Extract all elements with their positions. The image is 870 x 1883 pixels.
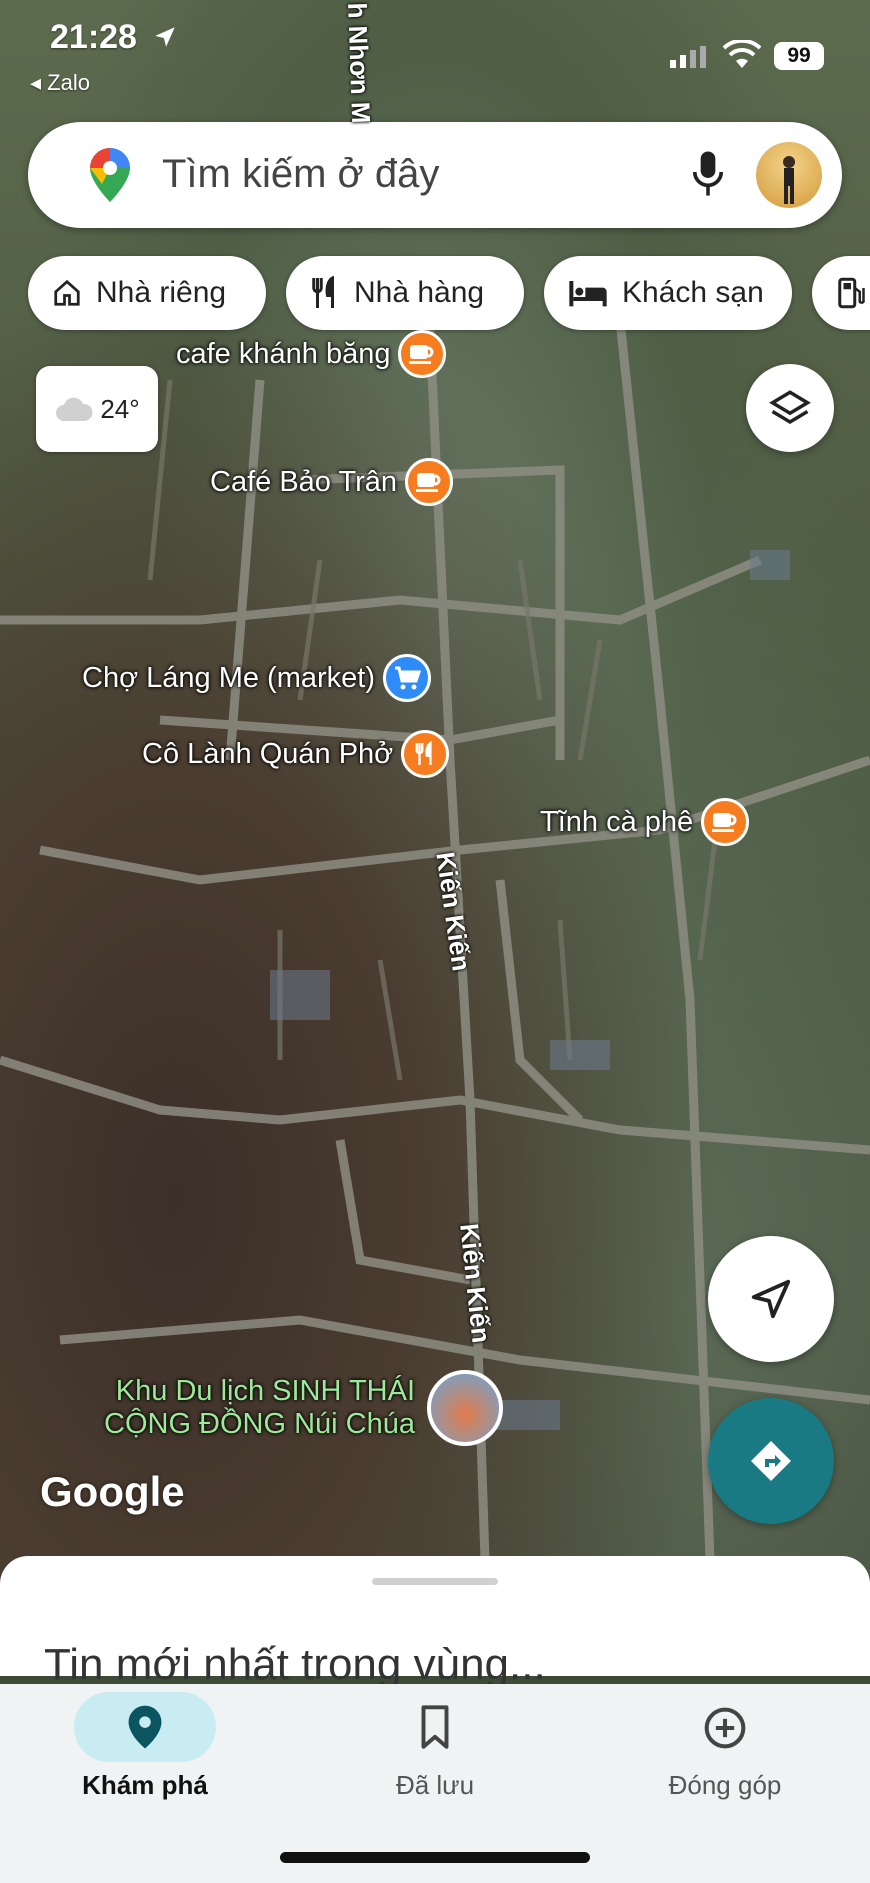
explore-pin-icon	[128, 1705, 162, 1749]
sheet-title: Tin mới nhất trong vùng...	[44, 1640, 546, 1689]
chip-home[interactable]: Nhà riêng	[28, 256, 266, 330]
attraction-photo-thumbnail	[427, 1370, 504, 1446]
restaurant-icon	[312, 276, 334, 308]
chip-restaurants-label: Nhà hàng	[354, 276, 485, 309]
poi-label: Chợ Láng Me (market)	[82, 661, 376, 694]
back-to-app[interactable]: ◂ Zalo	[30, 70, 90, 96]
restaurant-icon	[401, 730, 450, 778]
cloud-icon	[56, 397, 93, 421]
nav-saved-label: Đã lưu	[395, 1770, 475, 1800]
road-label-nhon-m: h Nhơn M	[342, 2, 377, 124]
wifi-icon	[722, 40, 762, 68]
poi-cafe-khanh-bang[interactable]: cafe khánh băng	[176, 330, 447, 378]
bottom-sheet[interactable]: Tin mới nhất trong vùng...	[0, 1556, 870, 1689]
bookmark-icon	[421, 1705, 449, 1749]
poi-label: Cô Lành Quán Phở	[142, 737, 394, 770]
poi-tinh-ca-phe[interactable]: Tĩnh cà phê	[540, 798, 750, 846]
poi-label: Tĩnh cà phê	[540, 805, 694, 838]
directions-button[interactable]	[708, 1398, 834, 1524]
search-bar[interactable]: Tìm kiếm ở đây	[28, 122, 842, 228]
chip-hotels[interactable]: Khách sạn	[544, 256, 792, 330]
attraction-line2: CỘNG ĐỒNG Núi Chúa	[104, 1408, 416, 1440]
poi-co-lanh-quan-pho[interactable]: Cô Lành Quán Phở	[142, 730, 450, 778]
sheet-drag-handle[interactable]	[372, 1578, 498, 1585]
google-maps-logo-icon	[90, 148, 130, 202]
poi-label: Café Bảo Trân	[210, 465, 397, 498]
poi-cho-lang-me[interactable]: Chợ Láng Me (market)	[82, 654, 432, 702]
attraction-line1: Khu Du lịch SINH THÁI	[115, 1375, 416, 1407]
chip-restaurants[interactable]: Nhà hàng	[286, 256, 524, 330]
status-bar: 21:28 ◂ Zalo 99	[0, 0, 870, 110]
attraction-label: Khu Du lịch SINH THÁI CỘNG ĐỒNG Núi Chúa	[104, 1375, 415, 1441]
gas-station-icon	[838, 277, 865, 309]
my-location-button[interactable]	[708, 1236, 834, 1362]
account-avatar[interactable]	[756, 142, 822, 208]
weather-badge[interactable]: 24°	[36, 366, 158, 452]
navigation-arrow-icon	[751, 1279, 791, 1319]
poi-label: cafe khánh băng	[176, 337, 391, 370]
cellular-signal-icon	[670, 46, 706, 68]
weather-temp: 24°	[100, 393, 140, 424]
cafe-icon	[398, 330, 447, 378]
search-input[interactable]: Tìm kiếm ở đây	[162, 152, 439, 197]
home-indicator[interactable]	[280, 1852, 590, 1863]
google-attribution: Google	[40, 1468, 185, 1515]
microphone-icon[interactable]	[690, 150, 726, 200]
poi-khu-du-lich[interactable]: Khu Du lịch SINH THÁI CỘNG ĐỒNG Núi Chúa	[104, 1370, 504, 1446]
chip-home-label: Nhà riêng	[96, 276, 227, 309]
home-icon	[54, 279, 80, 306]
status-time: 21:28	[50, 18, 137, 56]
nav-explore-label: Khám phá	[82, 1770, 208, 1800]
cafe-icon	[405, 458, 453, 506]
hotel-icon	[569, 281, 607, 307]
directions-icon	[751, 1441, 791, 1481]
location-arrow-icon	[155, 27, 175, 47]
add-circle-icon	[704, 1707, 746, 1749]
cafe-icon	[701, 798, 750, 846]
back-app-label: Zalo	[47, 70, 90, 95]
chip-hotels-label: Khách sạn	[622, 276, 764, 309]
person-figure	[783, 156, 795, 204]
battery-indicator: 99	[774, 42, 824, 70]
poi-cafe-bao-tran[interactable]: Café Bảo Trân	[210, 458, 453, 506]
nav-contribute-label: Đóng góp	[668, 1770, 782, 1800]
layers-icon	[769, 390, 811, 425]
layers-button[interactable]	[746, 364, 834, 452]
shopping-cart-icon	[383, 654, 432, 702]
